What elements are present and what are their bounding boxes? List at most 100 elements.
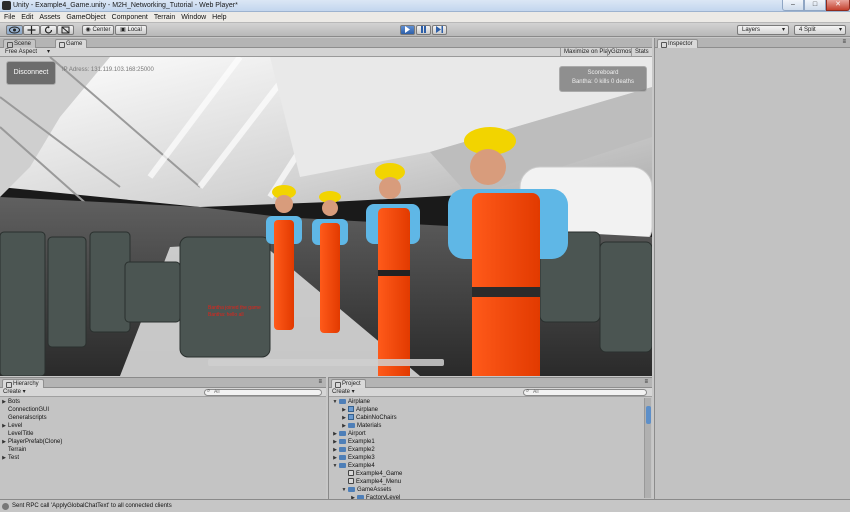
- title-bar: Unity - Example4_Game.unity - M2H_Networ…: [0, 0, 850, 12]
- hierarchy-item[interactable]: Terrain: [0, 446, 326, 454]
- menu-assets[interactable]: Assets: [36, 12, 63, 23]
- expand-arrow-icon[interactable]: ▶: [0, 438, 8, 446]
- expand-arrow-icon[interactable]: ▶: [331, 430, 339, 438]
- expand-arrow-icon[interactable]: ▶: [340, 422, 348, 430]
- minimize-button[interactable]: –: [782, 0, 804, 11]
- disconnect-button[interactable]: Disconnect: [6, 61, 56, 85]
- hierarchy-item-label: ConnectionGUI: [8, 407, 50, 413]
- menu-edit[interactable]: Edit: [18, 12, 36, 23]
- expand-arrow-icon[interactable]: ▼: [331, 398, 339, 406]
- step-button[interactable]: [432, 25, 447, 35]
- project-item[interactable]: ▶ Example3: [329, 454, 652, 462]
- scale-tool-button[interactable]: [57, 25, 74, 35]
- view-tool-button[interactable]: [6, 25, 23, 35]
- scrollbar-thumb[interactable]: [646, 406, 651, 424]
- hierarchy-search-input[interactable]: All: [204, 389, 322, 396]
- expand-arrow-icon[interactable]: ▶: [0, 398, 8, 406]
- project-item-label: Airplane: [356, 407, 379, 413]
- expand-arrow-icon[interactable]: ▶: [331, 438, 339, 446]
- project-item[interactable]: ▶ CabinNoChairs: [329, 414, 652, 422]
- hierarchy-item[interactable]: Generalscripts: [0, 414, 326, 422]
- maximize-on-play-toggle[interactable]: Maximize on Play: [560, 48, 614, 57]
- move-tool-button[interactable]: [23, 25, 40, 35]
- hierarchy-create-button[interactable]: Create ▾: [3, 388, 26, 397]
- space-label: Local: [127, 27, 142, 33]
- menu-bar: File Edit Assets GameObject Component Terrain…: [0, 12, 850, 23]
- hierarchy-item[interactable]: ConnectionGUI: [0, 406, 326, 414]
- tab-hierarchy[interactable]: Hierarchy: [2, 379, 44, 388]
- scale-icon: [61, 26, 70, 34]
- layers-dropdown[interactable]: Layers: [737, 25, 789, 35]
- menu-component[interactable]: Component: [109, 12, 151, 23]
- project-create-button[interactable]: Create ▾: [332, 388, 355, 397]
- pivot-toggle[interactable]: ◉ Center: [82, 25, 114, 35]
- menu-window[interactable]: Window: [178, 12, 209, 23]
- menu-file[interactable]: File: [0, 12, 18, 23]
- inspector-panel: Inspector ≡: [654, 38, 850, 499]
- expand-arrow-icon[interactable]: ▶: [340, 406, 348, 414]
- play-button[interactable]: [400, 25, 415, 35]
- aspect-dropdown[interactable]: Free Aspect: [1, 48, 53, 56]
- folder-icon: [348, 487, 355, 492]
- expand-arrow-icon[interactable]: ▼: [340, 486, 348, 494]
- hierarchy-item[interactable]: ▶ Level: [0, 422, 326, 430]
- prefab-icon: [348, 406, 354, 412]
- stats-toggle[interactable]: Stats: [631, 48, 652, 57]
- project-item[interactable]: Example4_Game: [329, 470, 652, 478]
- panel-menu-icon[interactable]: ≡: [842, 39, 846, 45]
- maximize-button[interactable]: □: [804, 0, 826, 11]
- pause-button[interactable]: [416, 25, 431, 35]
- project-search-row: Create ▾ All: [329, 388, 652, 397]
- project-item[interactable]: ▶ Airplane: [329, 406, 652, 414]
- status-bar: Sent RPC call 'ApplyGlobalChatText' to a…: [0, 499, 850, 512]
- expand-arrow-icon[interactable]: ▶: [0, 422, 8, 430]
- expand-arrow-icon[interactable]: ▼: [331, 462, 339, 470]
- panel-menu-icon[interactable]: ≡: [318, 379, 322, 385]
- project-search-input[interactable]: All: [523, 389, 647, 396]
- create-label: Create: [332, 389, 351, 395]
- menu-gameobject[interactable]: GameObject: [63, 12, 108, 23]
- status-message[interactable]: Sent RPC call 'ApplyGlobalChatText' to a…: [12, 500, 172, 512]
- folder-icon: [339, 399, 346, 404]
- project-item[interactable]: ▼ Airplane: [329, 398, 652, 406]
- project-item[interactable]: ▶ Materials: [329, 422, 652, 430]
- expand-arrow-icon[interactable]: ▶: [0, 454, 8, 462]
- airplane-cabin-scene: [0, 57, 652, 376]
- game-viewport[interactable]: Disconnect IP Adress: 131.119.103.168:25…: [0, 57, 652, 376]
- hierarchy-item[interactable]: ▶ Test: [0, 454, 326, 462]
- expand-arrow-icon[interactable]: ▶: [331, 446, 339, 454]
- unity-logo-icon: [2, 1, 11, 10]
- menu-help[interactable]: Help: [209, 12, 229, 23]
- expand-arrow-icon[interactable]: ▶: [340, 414, 348, 422]
- tab-project[interactable]: Project: [331, 379, 366, 388]
- close-button[interactable]: ✕: [826, 0, 850, 11]
- scoreboard-line: Bantha: 0 kills 0 deaths: [571, 79, 635, 85]
- folder-icon: [339, 431, 346, 436]
- folder-icon: [339, 439, 346, 444]
- step-icon: [435, 26, 443, 33]
- expand-arrow-icon[interactable]: ▶: [331, 454, 339, 462]
- tab-inspector[interactable]: Inspector: [657, 39, 698, 48]
- hierarchy-header: Hierarchy ≡: [0, 378, 326, 388]
- project-item[interactable]: ▶ Example2: [329, 446, 652, 454]
- hierarchy-item-label: PlayerPrefab(Clone): [8, 439, 63, 445]
- project-item[interactable]: Example4_Menu: [329, 478, 652, 486]
- menu-terrain[interactable]: Terrain: [151, 12, 178, 23]
- hierarchy-item[interactable]: LevelTitle: [0, 430, 326, 438]
- project-scrollbar[interactable]: [644, 398, 651, 498]
- hierarchy-item[interactable]: ▶ PlayerPrefab(Clone): [0, 438, 326, 446]
- tab-game[interactable]: Game: [55, 39, 88, 48]
- hierarchy-panel: Hierarchy ≡ Create ▾ All ▶BotsConnection…: [0, 377, 326, 499]
- rotate-tool-button[interactable]: [40, 25, 57, 35]
- project-item[interactable]: ▶ Example1: [329, 438, 652, 446]
- hierarchy-item[interactable]: ▶ Bots: [0, 398, 326, 406]
- project-item[interactable]: ▶ Airport: [329, 430, 652, 438]
- move-icon: [27, 26, 36, 34]
- project-item[interactable]: ▼ GameAssets: [329, 486, 652, 494]
- project-item[interactable]: ▼ Example4: [329, 462, 652, 470]
- panel-menu-icon[interactable]: ≡: [644, 379, 648, 385]
- space-toggle[interactable]: ▣ Local: [115, 25, 147, 35]
- connection-info-text: IP Adress: 131.119.103.168:25000: [62, 67, 154, 73]
- tab-scene[interactable]: Scene: [3, 39, 37, 48]
- layout-dropdown[interactable]: 4 Split: [794, 25, 846, 35]
